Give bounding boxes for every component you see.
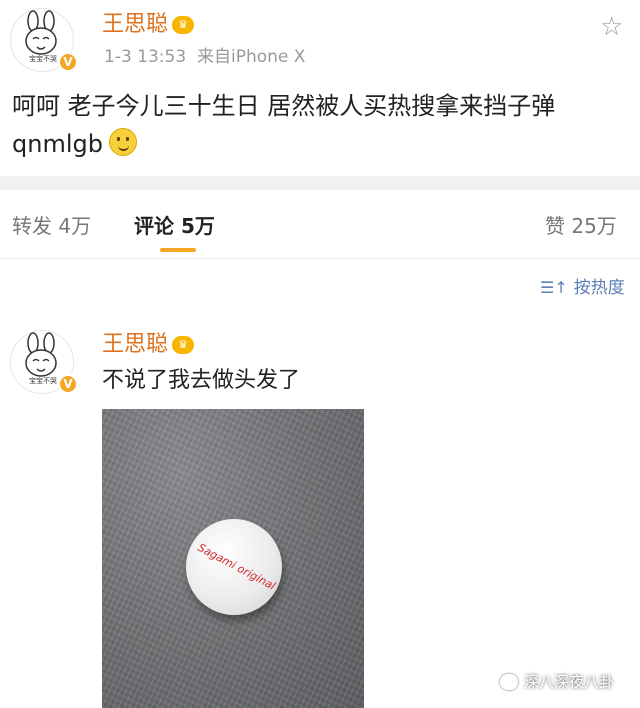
- comment-username[interactable]: 王思聪 ♛: [102, 332, 195, 358]
- post-text-line1: 呵呵 老子今儿三十生日 居然被人买热搜拿来挡子弹: [12, 92, 556, 120]
- wechat-icon: [500, 674, 518, 690]
- post-username[interactable]: 王思聪 ♛: [102, 12, 195, 38]
- verified-icon: V: [58, 52, 78, 72]
- section-separator: [0, 176, 640, 190]
- post-time: 1-3 13:53: [104, 47, 187, 67]
- sort-icon: ☰↑: [540, 278, 568, 297]
- comment-verified-icon: V: [58, 374, 78, 394]
- post-source[interactable]: 来自iPhone X: [197, 47, 305, 67]
- watermark-text: 深八深夜八卦: [524, 673, 615, 691]
- post-username-text[interactable]: 王思聪: [102, 12, 168, 37]
- comment-username-text[interactable]: 王思聪: [102, 332, 168, 357]
- post-text-line2-row: qnmlgb: [12, 124, 137, 164]
- tab-active-indicator: [160, 248, 196, 252]
- tab-like[interactable]: 赞 25万: [545, 214, 617, 238]
- comment-photo[interactable]: Sagami original: [102, 409, 364, 708]
- smile-emoji-icon: [108, 128, 137, 156]
- crown-badge-icon: ♛: [172, 336, 195, 354]
- tab-comment[interactable]: 评论 5万: [134, 214, 215, 238]
- sort-label: 按热度: [573, 278, 625, 298]
- comment-text: 不说了我去做头发了: [102, 368, 301, 393]
- sort-by-hot-button[interactable]: ☰↑ 按热度: [540, 277, 625, 299]
- post-text-line2: qnmlgb: [12, 130, 103, 158]
- tabs-divider: [0, 258, 640, 259]
- tab-repost[interactable]: 转发 4万: [12, 214, 91, 238]
- watermark: 深八深夜八卦: [500, 672, 614, 692]
- post-meta: 1-3 13:53 来自iPhone X: [104, 46, 305, 68]
- favorite-star-icon[interactable]: ☆: [600, 14, 623, 40]
- crown-badge-icon: ♛: [172, 16, 195, 34]
